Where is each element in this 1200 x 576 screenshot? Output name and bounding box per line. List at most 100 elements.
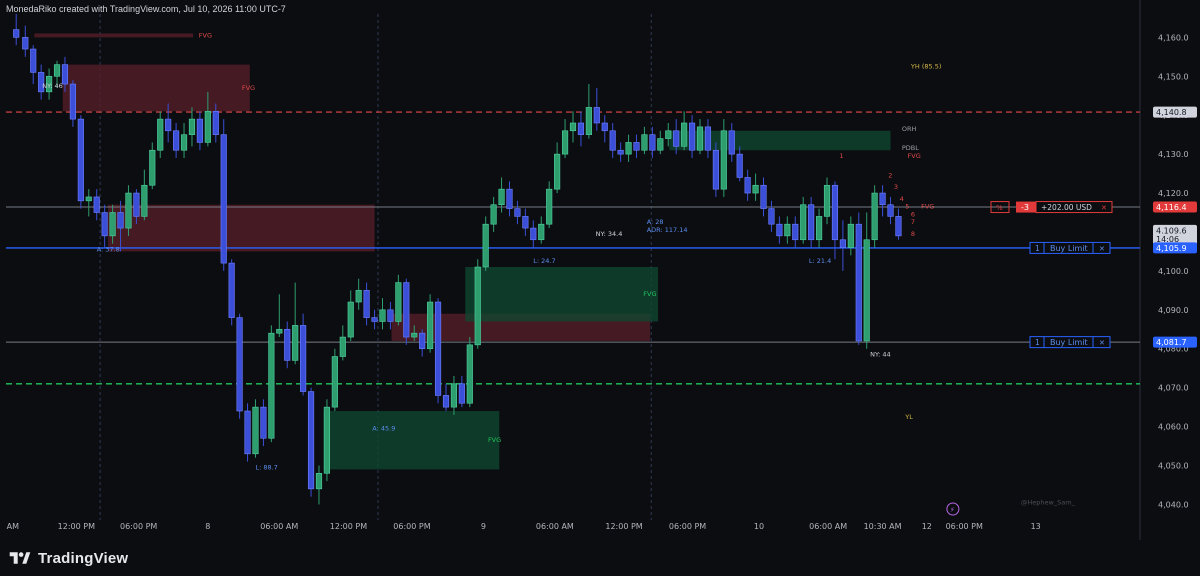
candle-body <box>752 184 759 194</box>
candle-body <box>847 223 854 248</box>
time-tick-label: 06:00 PM <box>120 522 157 531</box>
time-tick-label: 06:00 PM <box>669 522 706 531</box>
time-tick-label: 06:00 AM <box>260 522 298 531</box>
order-qty: 1 <box>1035 244 1040 253</box>
lightning-glyph: ⚡ <box>950 506 955 514</box>
candle-body <box>601 122 608 132</box>
chart-annotation: 7 <box>911 218 915 226</box>
position-qty: -3 <box>1021 203 1029 212</box>
chart-annotation: 5 <box>905 203 909 211</box>
candle-body <box>117 212 124 229</box>
candle-body <box>823 184 831 217</box>
candle-body <box>30 48 37 73</box>
candle-body <box>696 126 704 151</box>
chart-annotation: A: 37.8 <box>97 245 120 253</box>
candle-body <box>522 216 529 229</box>
candle-body <box>506 188 513 209</box>
chart-annotation: NY: 46 <box>42 82 63 90</box>
candle-body <box>815 216 823 241</box>
chart-annotation: FVG <box>921 203 934 211</box>
fvg-zone <box>34 33 194 38</box>
time-tick-label: 10 <box>754 522 764 531</box>
fvg-label: FVG <box>488 436 501 444</box>
candle-body <box>204 111 211 143</box>
candle-body <box>617 149 624 155</box>
candle-body <box>569 122 577 132</box>
price-tick-label: 4,050.0 <box>1158 462 1189 471</box>
candle-body <box>641 134 648 151</box>
candle-body <box>379 309 386 322</box>
candle-body <box>776 223 783 237</box>
candle-body <box>149 149 156 186</box>
chart-annotation: YH (85.5) <box>910 62 941 70</box>
fvg-label: FVG <box>199 31 212 39</box>
candle-body <box>609 130 616 151</box>
order-label: Buy Limit <box>1050 338 1088 347</box>
candle-body <box>387 309 394 322</box>
candle-body <box>450 383 458 408</box>
footer-bar: TradingView <box>0 540 1200 576</box>
candle-body <box>474 266 481 346</box>
candlestick-chart[interactable]: FVG FVG FVG FVG NY: 46 A: 37.8 L: 88.7 A: 45.9 L… <box>0 0 1200 540</box>
price-tick-label: 4,070.0 <box>1158 384 1189 393</box>
candle-body <box>133 192 140 217</box>
candle-body <box>657 138 664 151</box>
price-label-text: 4,116.4 <box>1156 203 1187 212</box>
candle-body <box>228 262 235 318</box>
candle-body <box>236 317 243 412</box>
candle-body <box>466 344 473 404</box>
candle-body <box>681 122 688 147</box>
candle-body <box>673 130 680 147</box>
candle-body <box>22 37 29 50</box>
candle-body <box>212 111 219 135</box>
time-tick-label: 10:30 AM <box>864 522 902 531</box>
time-tick-label: 12:00 PM <box>330 522 367 531</box>
candle-body <box>196 118 203 143</box>
fvg-zone <box>323 411 500 470</box>
candle-body <box>188 118 196 135</box>
candle-body <box>768 208 775 225</box>
time-tick-label: 12:00 PM <box>605 522 642 531</box>
time-tick-label: 8 <box>205 522 210 531</box>
candle-body <box>268 332 275 439</box>
chart-annotation: NY: 34.4 <box>596 230 623 238</box>
candle-body <box>554 153 561 190</box>
candle-body <box>339 336 346 357</box>
price-tick-label: 4,040.0 <box>1158 500 1189 509</box>
candle-body <box>220 134 227 264</box>
candle-body <box>490 204 497 225</box>
chart-area[interactable]: FVG FVG FVG FVG NY: 46 A: 37.8 L: 88.7 A: 45.9 L… <box>0 0 1200 540</box>
price-label-text: 4,140.8 <box>1156 108 1187 117</box>
chart-annotation: ADR: 117.14 <box>647 226 688 234</box>
order-label: Buy Limit <box>1050 244 1088 253</box>
price-tick-label: 4,150.0 <box>1158 72 1189 81</box>
fvg-zone <box>108 204 375 252</box>
candle-body <box>728 130 735 155</box>
chart-annotation: NY: 44 <box>870 351 891 359</box>
tradingview-logo[interactable]: TradingView <box>8 548 128 568</box>
order-qty: 1 <box>1035 338 1040 347</box>
candle-body <box>69 83 76 120</box>
candle-body <box>736 153 743 178</box>
candle-body <box>403 282 410 338</box>
chart-annotation: L: 24.7 <box>533 257 555 265</box>
chart-annotation: FVG <box>908 152 921 160</box>
candle-body <box>323 406 331 474</box>
chart-annotation: YL <box>904 413 913 421</box>
candle-body <box>109 212 116 237</box>
candle-body <box>157 118 164 151</box>
candle-body <box>665 130 672 139</box>
candle-body <box>593 107 600 124</box>
candle-body <box>649 134 656 151</box>
candle-body <box>61 64 69 85</box>
candle-body <box>688 122 696 151</box>
candle-body <box>13 29 20 38</box>
fvg-zone <box>465 267 659 322</box>
time-tick-label: 06:00 PM <box>393 522 430 531</box>
price-tick-label: 4,160.0 <box>1158 33 1189 42</box>
candle-body <box>633 142 640 151</box>
candle-body <box>300 325 307 392</box>
candle-body <box>744 177 751 194</box>
time-tick-label: 13 <box>1031 522 1041 531</box>
time-tick-label: 12:00 PM <box>58 522 95 531</box>
